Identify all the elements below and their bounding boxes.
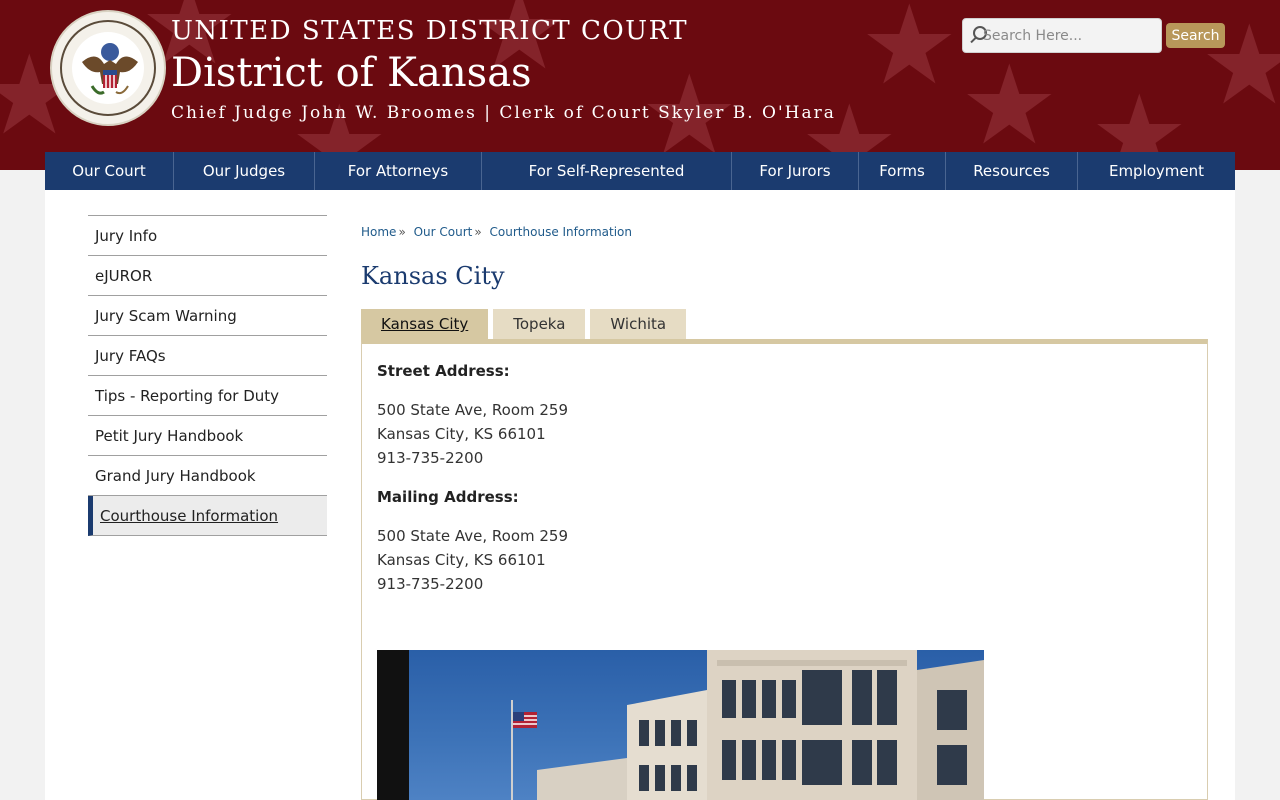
sidebar-item-jury-scam-warning[interactable]: Jury Scam Warning	[88, 296, 327, 336]
court-seal-icon[interactable]	[50, 10, 166, 126]
nav-item-our-judges[interactable]: Our Judges	[174, 152, 315, 190]
search-input[interactable]	[983, 19, 1158, 52]
judges-line: Chief Judge John W. Broomes | Clerk of C…	[171, 103, 836, 123]
page-title: Kansas City	[361, 262, 505, 290]
star-decoration: ★	[960, 41, 1059, 169]
location-tabs: Kansas City Topeka Wichita	[361, 309, 691, 340]
main-nav: Our Court Our Judges For Attorneys For S…	[45, 152, 1235, 190]
breadcrumb-separator: »	[474, 225, 482, 239]
search-box	[962, 18, 1162, 53]
mailing-phone[interactable]: 913-735-2200	[377, 575, 483, 593]
nav-item-for-attorneys[interactable]: For Attorneys	[315, 152, 482, 190]
street-address-line: 500 State Ave, Room 259	[377, 401, 569, 419]
court-name: UNITED STATES DISTRICT COURT	[171, 16, 689, 46]
street-phone[interactable]: 913-735-2200	[377, 449, 483, 467]
nav-item-forms[interactable]: Forms	[859, 152, 946, 190]
breadcrumb-link-home[interactable]: Home	[361, 225, 396, 239]
mailing-address-label: Mailing Address:	[377, 488, 519, 506]
sidebar-item-ejuror[interactable]: eJUROR	[88, 256, 327, 296]
sidebar-item-jury-info[interactable]: Jury Info	[88, 216, 327, 256]
sidebar-item-jury-faqs[interactable]: Jury FAQs	[88, 336, 327, 376]
breadcrumb-separator: »	[398, 225, 406, 239]
star-decoration: ★	[860, 0, 959, 109]
sidebar-item-courthouse-information[interactable]: Courthouse Information	[88, 496, 327, 536]
district-name[interactable]: District of Kansas	[171, 50, 532, 96]
tab-topeka[interactable]: Topeka	[493, 309, 586, 340]
sidebar-item-tips-reporting[interactable]: Tips - Reporting for Duty	[88, 376, 327, 416]
mailing-address-line: 500 State Ave, Room 259	[377, 527, 569, 545]
tab-kansas-city[interactable]: Kansas City	[361, 309, 489, 340]
nav-item-employment[interactable]: Employment	[1078, 152, 1235, 190]
nav-item-resources[interactable]: Resources	[946, 152, 1078, 190]
tab-wichita[interactable]: Wichita	[590, 309, 687, 340]
sidebar-nav: Jury Info eJUROR Jury Scam Warning Jury …	[88, 215, 327, 536]
breadcrumb: Home» Our Court» Courthouse Information	[361, 225, 632, 239]
nav-item-our-court[interactable]: Our Court	[45, 152, 174, 190]
nav-item-for-jurors[interactable]: For Jurors	[732, 152, 859, 190]
breadcrumb-link-courthouse-information[interactable]: Courthouse Information	[490, 225, 632, 239]
street-address-label: Street Address:	[377, 362, 510, 380]
mailing-address-line: Kansas City, KS 66101	[377, 551, 546, 569]
site-header: ★ ★ ★ ★ ★ ★ ★ ★ ★ ★ UNITED STATES DISTRI…	[0, 0, 1280, 170]
nav-item-for-self-represented[interactable]: For Self-Represented	[482, 152, 732, 190]
street-address-line: Kansas City, KS 66101	[377, 425, 546, 443]
breadcrumb-link-our-court[interactable]: Our Court	[414, 225, 473, 239]
sidebar-item-petit-jury-handbook[interactable]: Petit Jury Handbook	[88, 416, 327, 456]
search-button[interactable]: Search	[1166, 23, 1225, 48]
sidebar-item-grand-jury-handbook[interactable]: Grand Jury Handbook	[88, 456, 327, 496]
courthouse-photo	[377, 650, 984, 800]
